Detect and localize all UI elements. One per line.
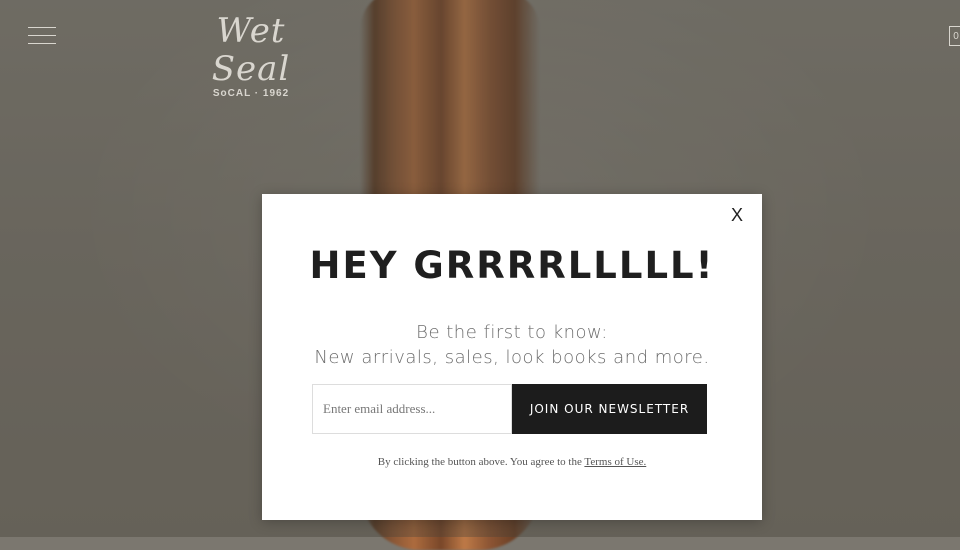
close-button[interactable]: X bbox=[728, 204, 746, 226]
logo-tagline: SoCAL · 1962 bbox=[212, 88, 290, 99]
terms-text: By clicking the button above. You agree … bbox=[377, 456, 582, 468]
modal-title: HEY GRRRRLLLLL! bbox=[309, 244, 715, 287]
modal-subtitle: Be the first to know: New arrivals, sale… bbox=[262, 320, 762, 370]
logo-wordmark: Wet Seal bbox=[211, 11, 291, 89]
terms-of-use-link[interactable]: Terms of Use. bbox=[584, 456, 646, 468]
email-input[interactable] bbox=[312, 384, 512, 434]
newsletter-modal: X HEY GRRRRLLLLL! Be the first to know: … bbox=[262, 194, 762, 520]
site-logo[interactable]: Wet Seal SoCAL · 1962 bbox=[186, 12, 316, 99]
subtitle-line-1: Be the first to know: bbox=[416, 322, 608, 343]
shopping-bag-icon[interactable]: 0 bbox=[949, 26, 960, 46]
terms-notice: By clicking the button above. You agree … bbox=[262, 456, 762, 468]
newsletter-form: JOIN OUR NEWSLETTER bbox=[312, 384, 707, 434]
subtitle-line-2: New arrivals, sales, look books and more… bbox=[314, 347, 710, 368]
cart-count: 0 bbox=[953, 31, 959, 42]
hamburger-menu-icon[interactable] bbox=[28, 25, 56, 47]
join-newsletter-button[interactable]: JOIN OUR NEWSLETTER bbox=[512, 384, 707, 434]
